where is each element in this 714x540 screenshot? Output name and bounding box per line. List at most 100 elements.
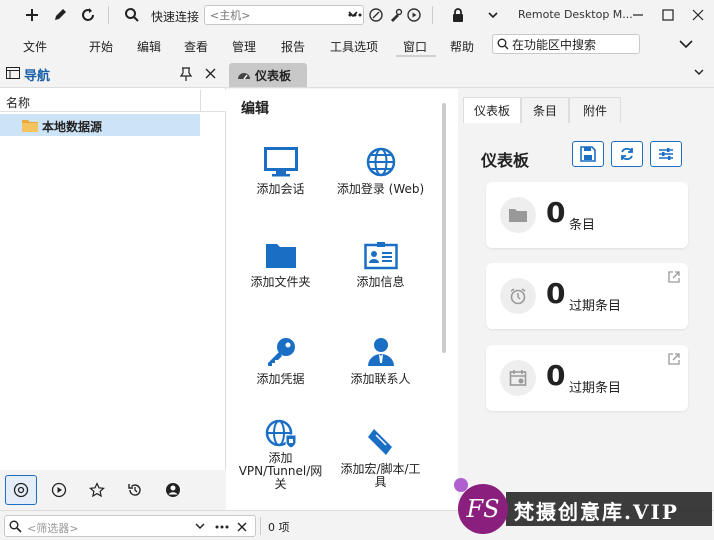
item-count: 0 项	[268, 521, 290, 534]
add-macro-script-button[interactable]: 添加宏/脚本/工 具	[333, 427, 428, 489]
tab-attachments[interactable]: 附件	[569, 97, 621, 123]
navigation-title: 导航	[24, 69, 51, 84]
minimize-icon[interactable]	[628, 5, 648, 25]
add-info-button[interactable]: 添加信息	[333, 242, 428, 289]
tab-list-chevron-icon[interactable]	[694, 69, 704, 77]
host-input[interactable]	[204, 5, 364, 25]
save-button[interactable]	[572, 141, 604, 167]
ribbon-search-input[interactable]: 在功能区中搜索	[492, 34, 640, 54]
more-icon[interactable]	[215, 525, 229, 529]
add-contact-button[interactable]: 添加联系人	[333, 337, 428, 386]
external-link-icon[interactable]	[668, 271, 680, 283]
search-icon[interactable]	[122, 5, 142, 25]
external-link-icon[interactable]	[668, 353, 680, 365]
id-card-icon	[363, 242, 398, 270]
filter-placeholder: <筛选器>	[27, 522, 79, 535]
vpn-globe-icon	[265, 419, 296, 449]
ribbon-search-label: 在功能区中搜索	[512, 37, 597, 52]
dashboard-icon	[238, 73, 250, 80]
add-contact-label: 添加联系人	[350, 372, 411, 386]
dashboard-pane: 仪表板 条目 附件 仪表板 0 条目 0 过期条目 0 过期条目	[458, 89, 714, 510]
quick-connect-label: 快速连接	[151, 10, 200, 24]
add-session-label: 添加会话	[256, 182, 305, 196]
pin-icon[interactable]	[180, 67, 192, 81]
tab-dashboard-label: 仪表板	[255, 68, 292, 83]
key-icon	[267, 338, 295, 366]
chevron-down-icon[interactable]	[483, 5, 503, 25]
refresh-icon[interactable]	[78, 5, 98, 25]
add-icon[interactable]	[22, 5, 42, 25]
watermark-text: 梵摄创意库.VIP	[506, 492, 712, 526]
folder-icon	[500, 197, 536, 233]
add-web-login-button[interactable]: 添加登录 (Web)	[333, 147, 428, 196]
dashboard-title: 仪表板	[481, 151, 530, 170]
menu-manage[interactable]: 管理	[232, 38, 256, 55]
menu-edit[interactable]: 编辑	[137, 38, 161, 55]
column-separator[interactable]	[200, 90, 201, 112]
globe-icon	[366, 147, 395, 177]
tools-icon[interactable]	[386, 5, 406, 25]
app-title: Remote Desktop M...	[518, 8, 633, 21]
menu-report[interactable]: 报告	[281, 38, 305, 55]
toolbar-separator	[432, 6, 433, 24]
vertical-scrollbar[interactable]	[442, 103, 446, 353]
add-credential-button[interactable]: 添加凭据	[233, 337, 328, 386]
close-icon[interactable]	[688, 5, 708, 25]
column-header[interactable]: 名称	[0, 90, 226, 112]
calendar-icon	[500, 360, 536, 396]
menu-help[interactable]: 帮助	[450, 38, 474, 55]
tree-item-label: 本地数据源	[42, 120, 103, 134]
tree-item-local-datasource[interactable]: 本地数据源	[0, 114, 200, 136]
collapse-ribbon-chevron-icon[interactable]	[676, 34, 696, 54]
save-icon	[580, 146, 596, 162]
connect-type-icon[interactable]	[366, 5, 386, 25]
maximize-icon[interactable]	[658, 5, 678, 25]
navigation-tab-icon[interactable]	[5, 475, 37, 505]
star-icon[interactable]	[81, 475, 113, 505]
menu-file[interactable]: 文件	[23, 38, 47, 55]
add-folder-label: 添加文件夹	[250, 275, 311, 289]
title-bar: 快速连接 Remote Desktop M...	[0, 0, 714, 30]
add-session-button[interactable]: 添加会话	[233, 147, 328, 196]
refresh-icon	[621, 147, 633, 161]
filter-input[interactable]: <筛选器>	[4, 515, 256, 537]
tab-dashboard-view[interactable]: 仪表板	[463, 97, 521, 123]
folder-icon	[22, 118, 38, 132]
close-icon[interactable]	[205, 68, 216, 79]
menu-window[interactable]: 窗口	[403, 38, 427, 55]
sliders-icon	[659, 148, 673, 160]
status-separator	[260, 517, 261, 535]
expired-entries-label: 过期条目	[569, 299, 622, 314]
menu-home[interactable]: 开始	[89, 38, 113, 55]
watermark-logo-text: FS	[466, 495, 500, 523]
chevron-down-icon[interactable]	[195, 523, 205, 531]
add-folder-button[interactable]: 添加文件夹	[233, 242, 328, 289]
expiring-entries-label: 过期条目	[569, 381, 622, 396]
more-icon[interactable]	[345, 5, 365, 25]
history-icon[interactable]	[119, 475, 151, 505]
active-menu-indicator	[396, 55, 436, 57]
settings-button[interactable]	[650, 141, 682, 167]
tab-attachments-label: 附件	[582, 104, 607, 118]
play-circle-icon[interactable]	[43, 475, 75, 505]
monitor-icon	[263, 147, 298, 177]
edit-pencil-icon[interactable]	[50, 5, 70, 25]
lock-icon[interactable]	[448, 5, 468, 25]
navigation-bottom-tabs	[0, 470, 226, 510]
alarm-clock-icon	[500, 278, 536, 314]
clear-filter-close-icon[interactable]	[237, 522, 247, 532]
tab-dashboard-view-label: 仪表板	[473, 104, 510, 118]
expired-entries-count: 0	[546, 277, 566, 310]
tab-dashboard[interactable]: 仪表板	[229, 63, 307, 87]
expiring-entries-card: 0 过期条目	[486, 345, 688, 411]
menu-view[interactable]: 查看	[184, 38, 208, 55]
add-vpn-button[interactable]: 添加 VPN/Tunnel/网 关	[233, 419, 328, 491]
user-circle-icon[interactable]	[157, 475, 189, 505]
script-icon	[367, 429, 392, 455]
menu-tools-options[interactable]: 工具选项	[330, 38, 378, 55]
refresh-button[interactable]	[611, 141, 643, 167]
toolbar-separator	[108, 6, 109, 24]
contact-icon	[367, 338, 394, 366]
tab-entries[interactable]: 条目	[521, 97, 569, 123]
play-icon[interactable]	[404, 5, 424, 25]
